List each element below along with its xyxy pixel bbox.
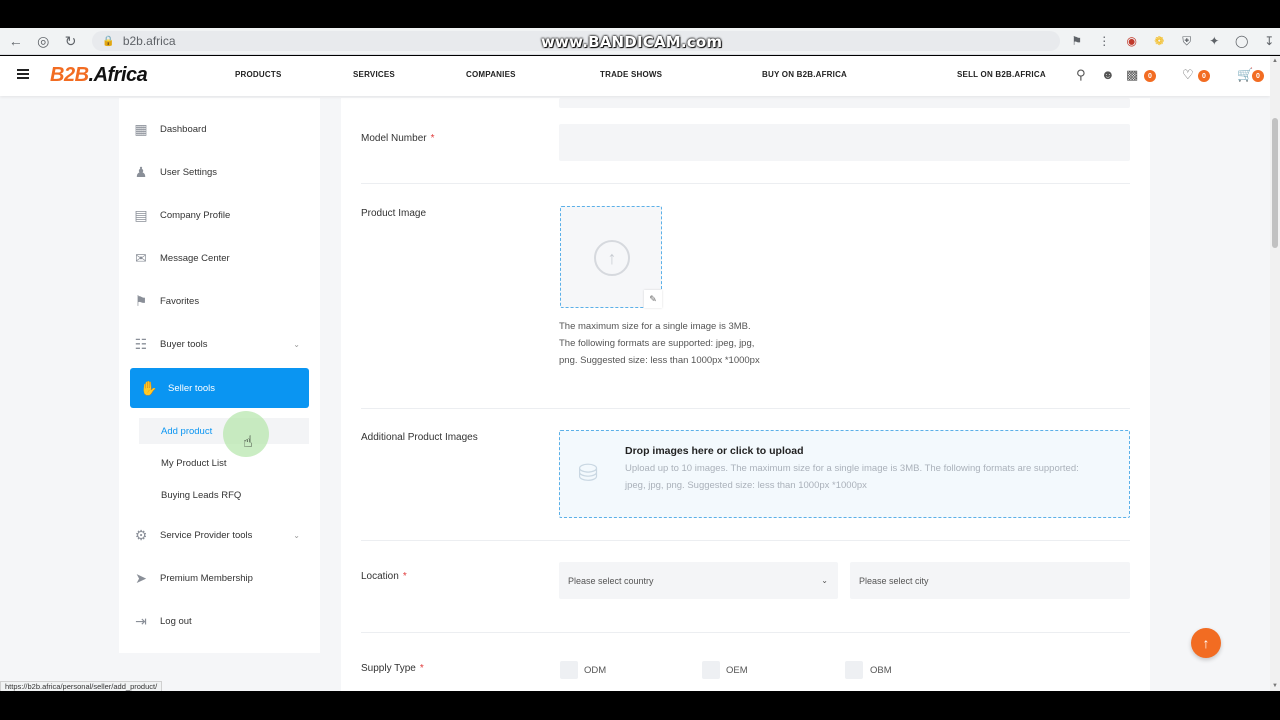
additional-images-label: Additional Product Images [361, 432, 478, 443]
sidebar-item-user-settings[interactable]: ♟ User Settings [130, 157, 310, 187]
scrollbar-thumb[interactable] [1272, 118, 1278, 248]
nav-buy[interactable]: BUY ON B2B.AFRICA [762, 70, 847, 79]
user-icon[interactable]: ☻ [1101, 67, 1115, 82]
supply-obm-checkbox[interactable] [845, 661, 863, 679]
chevron-down-icon: ⌄ [293, 339, 300, 349]
pencil-icon[interactable]: ✎ [644, 290, 662, 308]
shield-icon[interactable]: ⛨ [1176, 30, 1198, 52]
recording-watermark: www.BANDICAM.com [541, 33, 723, 51]
supply-odm-label: ODM [584, 665, 607, 676]
additional-images-dropzone[interactable]: ⛁ Drop images here or click to upload Up… [559, 430, 1130, 518]
scroll-to-top-button[interactable]: ↑ [1191, 628, 1221, 658]
sidebar-item-message-center[interactable]: ✉ Message Center [130, 243, 310, 273]
extension-color-icon[interactable]: ❁ [1149, 30, 1171, 52]
sidebar-item-dashboard[interactable]: ▦ Dashboard [130, 114, 310, 144]
basket-icon: ☷ [134, 335, 148, 352]
supply-oem-checkbox[interactable] [702, 661, 720, 679]
profile-icon[interactable]: ◯ [1231, 30, 1253, 52]
compare-chart-icon[interactable]: ▩ [1126, 67, 1138, 83]
dropzone-text: Upload up to 10 images. The maximum size… [625, 463, 1079, 491]
sidebar-subitem-buying-leads[interactable]: Buying Leads RFQ [139, 482, 309, 508]
divider [361, 540, 1130, 541]
location-label: Location * [361, 571, 407, 582]
lock-icon: 🔒 [102, 35, 115, 47]
dashboard-icon: ▦ [134, 120, 148, 137]
divider [361, 183, 1130, 184]
site-logo[interactable]: B2B.Africa [50, 64, 148, 87]
site-header: B2B.Africa PRODUCTS SERVICES COMPANIES T… [0, 56, 1270, 96]
supply-obm-label: OBM [870, 665, 892, 676]
bookmark-icon: ⚑ [134, 292, 148, 309]
logout-icon: ⇥ [135, 612, 147, 629]
divider [361, 408, 1130, 409]
sidebar-item-favorites[interactable]: ⚑ Favorites [130, 286, 310, 316]
supply-oem-label: OEM [726, 665, 748, 676]
compare-badge: 0 [1144, 70, 1156, 82]
bookmark-star-icon[interactable]: ⚑ [1066, 30, 1088, 52]
favorites-badge: 0 [1198, 70, 1210, 82]
nav-sell[interactable]: SELL ON B2B.AFRICA [957, 70, 1046, 79]
image-help-text: The maximum size for a single image is 3… [559, 321, 760, 366]
download-icon[interactable]: ↧ [1259, 30, 1280, 52]
url-text: b2b.africa [122, 34, 176, 48]
clipboard-icon: ▤ [134, 206, 148, 223]
page-viewport: B2B.Africa PRODUCTS SERVICES COMPANIES T… [0, 56, 1270, 691]
more-icon[interactable]: ⋮ [1094, 30, 1116, 52]
seller-icon: ✋ [140, 379, 158, 396]
status-bar-url: https://b2b.africa/personal/seller/add_p… [0, 681, 163, 691]
supply-type-label: Supply Type * [361, 663, 424, 674]
cart-badge: 0 [1252, 70, 1264, 82]
model-number-label: Model Number * [361, 133, 435, 144]
heart-icon[interactable]: ♡ [1182, 67, 1194, 83]
nav-trade-shows[interactable]: TRADE SHOWS [600, 70, 662, 79]
hamburger-menu-icon[interactable] [17, 69, 29, 79]
model-number-input[interactable] [559, 124, 1130, 161]
sidebar-item-buyer-tools[interactable]: ☷ Buyer tools ⌄ [130, 329, 310, 359]
sidebar-item-company-profile[interactable]: ▤ Company Profile [130, 200, 310, 230]
city-input[interactable]: Please select city [850, 562, 1130, 599]
sidebar-item-log-out[interactable]: ⇥ Log out [130, 606, 310, 636]
back-icon[interactable]: ← [4, 29, 27, 53]
sidebar-item-seller-tools[interactable]: ✋ Seller tools [130, 368, 309, 408]
nav-companies[interactable]: COMPANIES [466, 70, 516, 79]
add-product-form: Model Number * Product Image ↑ ✎ The maxi… [341, 98, 1150, 691]
sidebar-item-premium-membership[interactable]: ➤ Premium Membership [130, 563, 310, 593]
cart-icon[interactable]: 🛒 [1237, 67, 1253, 83]
page-scrollbar[interactable]: ▲ ▼ [1270, 56, 1280, 691]
search-icon[interactable]: ⚲ [1076, 67, 1086, 83]
country-select[interactable]: Please select country ⌄ [559, 562, 838, 599]
previous-field-input[interactable] [559, 98, 1130, 108]
hand-cursor-icon: ☝ [243, 434, 253, 451]
scroll-down-icon[interactable]: ▼ [1272, 683, 1278, 689]
nav-products[interactable]: PRODUCTS [235, 70, 282, 79]
gear-user-icon: ⚙ [134, 526, 148, 543]
divider [361, 632, 1130, 633]
sidebar-item-service-provider-tools[interactable]: ⚙ Service Provider tools ⌄ [130, 520, 310, 550]
product-image-label: Product Image [361, 208, 427, 219]
chevron-down-icon: ⌄ [293, 530, 300, 540]
chevron-down-icon: ⌄ [821, 576, 828, 585]
extension-red-icon[interactable]: ◉ [1121, 30, 1143, 52]
database-upload-icon: ⛁ [578, 460, 599, 487]
upload-arrow-icon: ↑ [594, 240, 630, 276]
users-icon: ♟ [134, 163, 148, 180]
account-sidebar: ▦ Dashboard ♟ User Settings ▤ Company Pr… [119, 98, 320, 653]
nav-services[interactable]: SERVICES [353, 70, 395, 79]
supply-odm-checkbox[interactable] [560, 661, 578, 679]
dropzone-title: Drop images here or click to upload [625, 445, 804, 457]
scroll-up-icon[interactable]: ▲ [1272, 58, 1278, 64]
forward-disabled-icon[interactable]: ◎ [31, 29, 54, 53]
message-icon: ✉ [135, 249, 147, 266]
product-image-uploader[interactable]: ↑ ✎ [560, 206, 662, 308]
rocket-icon: ➤ [135, 569, 147, 586]
reload-icon[interactable]: ↻ [59, 29, 82, 53]
sidebar-subitem-my-product-list[interactable]: My Product List [139, 450, 309, 476]
puzzle-icon[interactable]: ✦ [1204, 30, 1226, 52]
